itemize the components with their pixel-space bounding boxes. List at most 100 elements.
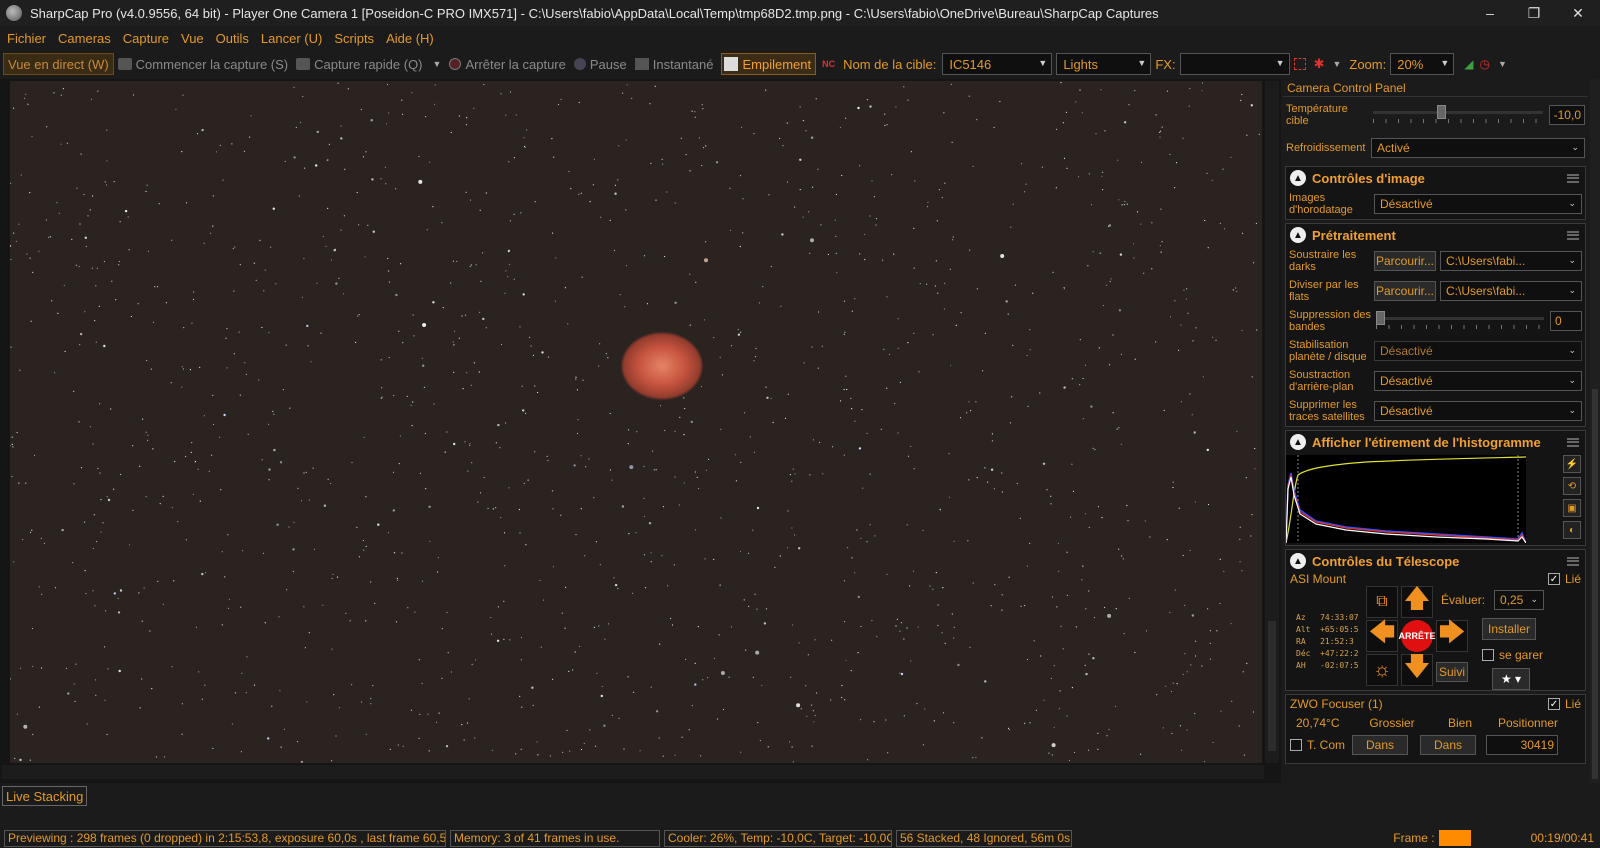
arrow-down-icon[interactable]: 🡇 [1401, 651, 1433, 686]
close-button[interactable]: ✕ [1556, 0, 1600, 26]
focuser-position-value[interactable]: 30419 [1486, 735, 1558, 755]
select-region-icon[interactable] [1293, 58, 1306, 70]
fine-in-button[interactable]: Dans [1420, 735, 1476, 755]
menu-icon[interactable] [1567, 556, 1579, 566]
menu-outils[interactable]: Outils [212, 31, 257, 46]
minimize-button[interactable]: – [1468, 0, 1512, 26]
banding-value[interactable]: 0 [1550, 311, 1582, 331]
maximize-button[interactable]: ❐ [1512, 0, 1556, 26]
star [19, 369, 21, 371]
vertical-scrollbar[interactable] [1265, 81, 1279, 763]
stabilization-dropdown[interactable]: Désactivé ⌄ [1374, 341, 1582, 361]
slider-knob[interactable] [1436, 105, 1446, 119]
menu-cameras[interactable]: Cameras [54, 31, 119, 46]
coarse-in-button[interactable]: Dans [1352, 735, 1408, 755]
target-name-combo[interactable]: IC5146 ▼ [942, 53, 1053, 75]
menu-capture[interactable]: Capture [119, 31, 177, 46]
install-button[interactable]: Installer [1482, 618, 1536, 640]
image-viewer[interactable] [0, 79, 1281, 783]
star [246, 656, 248, 658]
flats-browse-button[interactable]: Parcourir... [1374, 281, 1436, 301]
menu-vue[interactable]: Vue [177, 31, 212, 46]
star [253, 262, 255, 264]
darks-browse-button[interactable]: Parcourir... [1374, 251, 1436, 271]
star [388, 356, 390, 359]
star-menu-button[interactable]: ★ ▾ [1492, 668, 1530, 690]
collapse-icon[interactable]: ▲ [1290, 434, 1306, 450]
alarm-icon[interactable]: ◷ [1479, 57, 1489, 71]
slider-knob[interactable] [1376, 311, 1385, 325]
banding-slider[interactable] [1374, 311, 1546, 331]
scrollbar-thumb[interactable] [1268, 621, 1276, 751]
menu-icon[interactable] [1567, 230, 1579, 240]
menu-scripts[interactable]: Scripts [330, 31, 382, 46]
menu-lancer[interactable]: Lancer (U) [257, 31, 330, 46]
star [193, 291, 195, 293]
live-view-button[interactable]: Vue en direct (W) [3, 53, 114, 75]
timestamp-dropdown[interactable]: Désactivé ⌄ [1374, 194, 1582, 214]
star [705, 469, 708, 471]
fx-combo[interactable]: ▼ [1179, 53, 1290, 75]
start-capture-button[interactable]: Commencer la capture (S) [117, 53, 288, 75]
cocoon-nebula [622, 333, 702, 399]
mount-linked-checkbox[interactable]: ✓ Lié [1547, 572, 1581, 586]
star [220, 489, 222, 491]
chevron-down-icon[interactable]: ▼ [433, 59, 442, 69]
telescope-header[interactable]: ▲ Contrôles du Télescope [1286, 550, 1585, 572]
arrow-right-icon[interactable]: 🡆 [1436, 617, 1468, 652]
snapshot-button[interactable]: Instantané [634, 53, 713, 75]
live-stacking-tab[interactable]: Live Stacking [2, 786, 88, 806]
collapse-icon[interactable]: ▲ [1290, 227, 1306, 243]
sun-icon[interactable]: ☼ [1366, 654, 1398, 686]
horizontal-scrollbar[interactable] [2, 765, 1264, 779]
quick-capture-button[interactable]: Capture rapide (Q) ▼ [296, 53, 441, 75]
star [650, 561, 652, 563]
star [551, 490, 554, 492]
darks-path-dropdown[interactable]: C:\Users\fabi... ⌄ [1440, 251, 1582, 271]
background-dropdown[interactable]: Désactivé ⌄ [1374, 371, 1582, 391]
track-button[interactable]: Suivi [1436, 662, 1468, 682]
preprocessing-header[interactable]: ▲ Prétraitement [1286, 224, 1585, 246]
menu-icon[interactable] [1567, 173, 1579, 183]
frame-type-combo[interactable]: Lights ▼ [1056, 53, 1152, 75]
save-icon[interactable]: ▣ [1563, 499, 1581, 517]
cooling-dropdown[interactable]: Activé ⌄ [1371, 138, 1585, 158]
temp-comp-checkbox[interactable]: T. Com [1290, 738, 1352, 752]
star [1236, 430, 1238, 432]
chevron-down-icon[interactable]: ▼ [1332, 59, 1341, 69]
target-temperature-value[interactable]: -10,0 [1549, 105, 1585, 125]
menu-fichier[interactable]: Fichier [3, 31, 54, 46]
zoom-combo[interactable]: 20% ▼ [1390, 53, 1455, 75]
panel-scrollbar[interactable] [1590, 79, 1600, 783]
pause-button[interactable]: Pause [573, 53, 627, 75]
arrow-up-icon[interactable]: 🡅 [1401, 583, 1433, 618]
reset-icon[interactable]: ⟲ [1563, 477, 1581, 495]
park-checkbox[interactable]: se garer [1482, 648, 1543, 662]
star [219, 144, 221, 146]
arrow-left-icon[interactable]: 🡄 [1366, 617, 1398, 652]
auto-stretch-icon[interactable]: ⚡ [1563, 455, 1581, 473]
flats-path-dropdown[interactable]: C:\Users\fabi... ⌄ [1440, 281, 1582, 301]
histogram-display[interactable]: ⚡ ⟲ ▣ ◐ [1286, 455, 1583, 543]
chevron-down-icon[interactable]: ▼ [1498, 59, 1507, 69]
rate-dropdown[interactable]: 0,25 ⌄ [1494, 590, 1544, 610]
star [873, 196, 876, 198]
collapse-icon[interactable]: ▲ [1290, 553, 1306, 569]
scrollbar-thumb[interactable] [1592, 389, 1598, 779]
contrast-icon[interactable]: ◐ [1563, 521, 1581, 539]
stacking-button[interactable]: Empilement [721, 53, 817, 75]
histogram-icon[interactable]: ◢ [1464, 57, 1473, 71]
menu-icon[interactable] [1567, 437, 1579, 447]
target-temperature-slider[interactable] [1371, 105, 1545, 125]
stop-capture-button[interactable]: Arrêter la capture [449, 53, 566, 75]
star [500, 517, 502, 519]
star [1087, 265, 1089, 267]
collapse-icon[interactable]: ▲ [1290, 170, 1306, 186]
image-controls-header[interactable]: ▲ Contrôles d'image [1286, 167, 1585, 189]
star [275, 283, 277, 285]
histogram-header[interactable]: ▲ Afficher l'étirement de l'histogramme [1286, 431, 1585, 453]
menu-aide[interactable]: Aide (H) [382, 31, 442, 46]
satellite-dropdown[interactable]: Désactivé ⌄ [1374, 401, 1582, 421]
focuser-linked-checkbox[interactable]: ✓ Lié [1547, 697, 1581, 711]
grid-icon[interactable]: ✱ [1314, 56, 1325, 72]
